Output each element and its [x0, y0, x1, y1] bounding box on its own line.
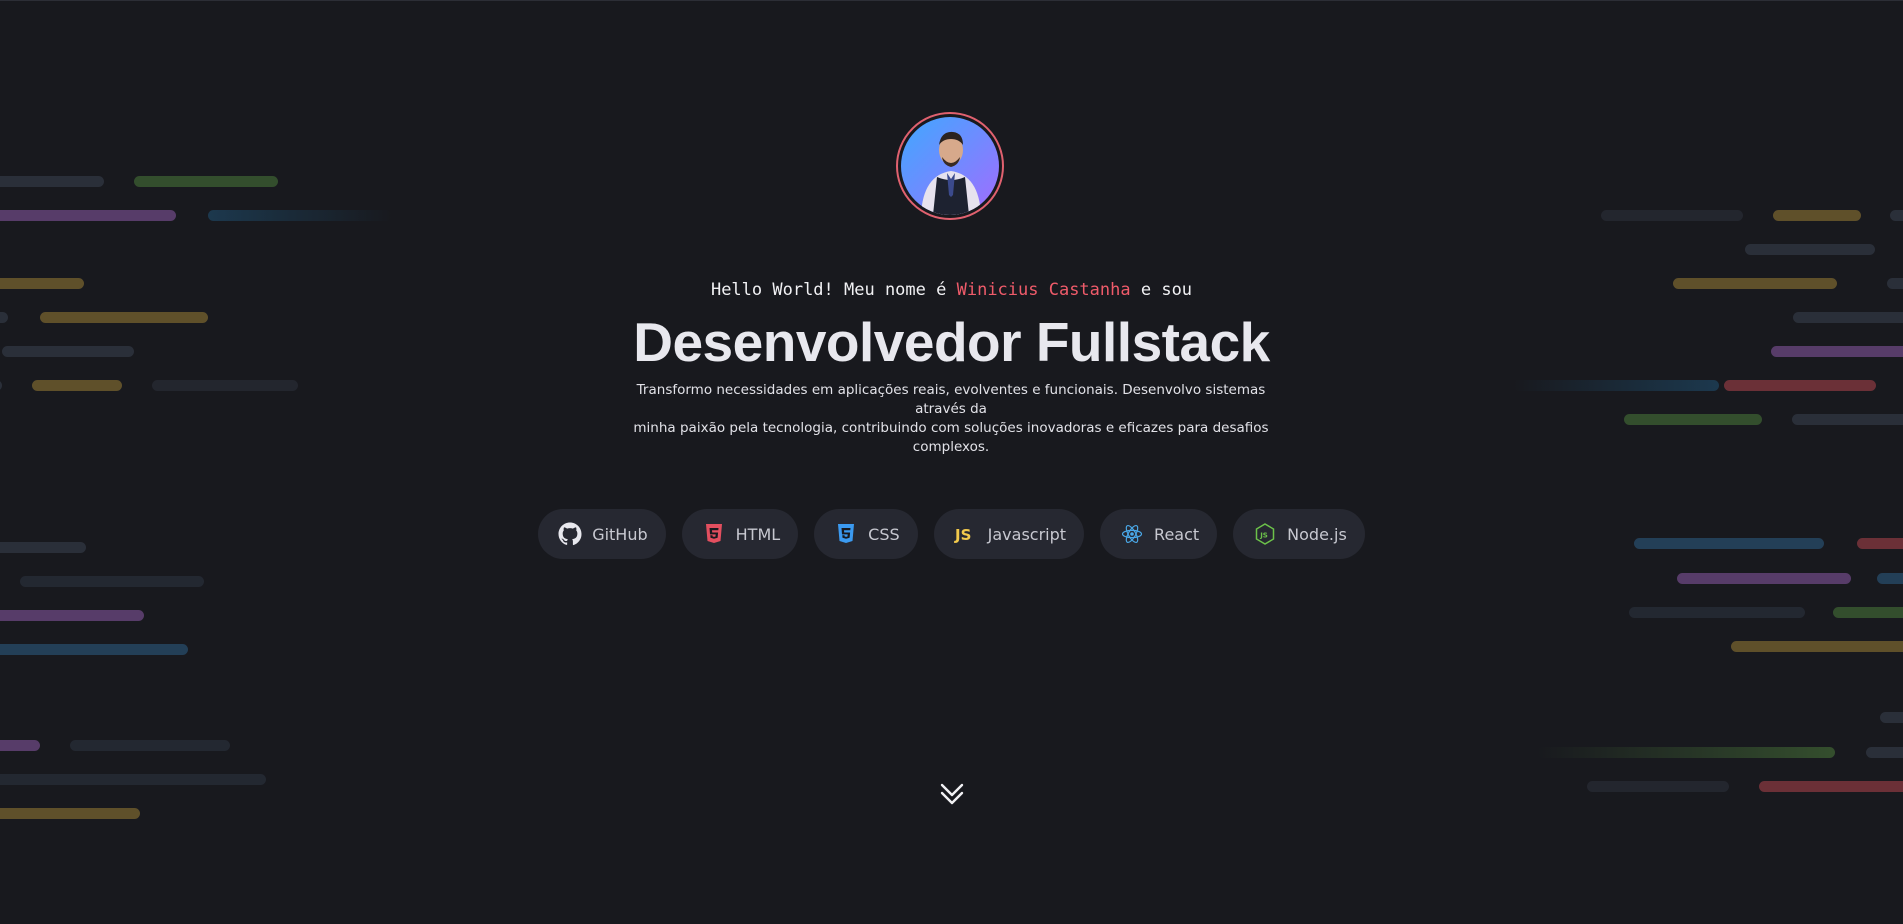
tech-label: React — [1154, 524, 1200, 544]
css3-icon — [834, 522, 858, 546]
tech-chip-html[interactable]: HTML — [681, 509, 799, 559]
page-title: Desenvolvedor Fullstack — [633, 311, 1270, 373]
svg-text:JS: JS — [1259, 532, 1268, 540]
svg-text:JS: JS — [954, 526, 971, 544]
tech-chip-javascript[interactable]: JS Javascript — [933, 509, 1085, 559]
profile-photo — [901, 117, 999, 215]
tech-chip-css[interactable]: CSS — [814, 509, 918, 559]
intro-line-1: Transformo necessidades em aplicações re… — [636, 382, 1266, 417]
tech-label: HTML — [735, 524, 781, 544]
nodejs-icon: JS — [1253, 522, 1277, 546]
intro-paragraph: Transformo necessidades em aplicações re… — [611, 381, 1291, 457]
hero-section: Hello World! Meu nome é Winicius Castanh… — [0, 0, 1903, 924]
github-icon — [558, 522, 582, 546]
tech-chip-github[interactable]: GitHub — [538, 509, 666, 559]
tech-chips: GitHub HTML CSS JS Javascript React JS N… — [0, 509, 1903, 559]
tech-label: Node.js — [1287, 524, 1347, 544]
greeting-line: Hello World! Meu nome é Winicius Castanh… — [0, 280, 1903, 300]
intro-line-2: minha paixão pela tecnologia, contribuin… — [633, 420, 1269, 455]
scroll-down-button[interactable] — [938, 780, 966, 812]
chevron-double-down-icon — [938, 780, 966, 812]
avatar — [896, 112, 1004, 220]
tech-chip-react[interactable]: React — [1100, 509, 1218, 559]
html5-icon — [702, 522, 726, 546]
greeting-name: Winicius Castanha — [956, 280, 1131, 300]
react-icon — [1120, 522, 1144, 546]
greeting-prefix: Hello World! Meu nome é — [710, 280, 947, 300]
greeting-suffix: e sou — [1140, 280, 1193, 300]
tech-chip-nodejs[interactable]: JS Node.js — [1233, 509, 1365, 559]
tech-label: Javascript — [987, 524, 1067, 544]
tech-label: GitHub — [592, 524, 648, 544]
js-icon: JS — [954, 522, 978, 546]
tech-label: CSS — [868, 524, 900, 544]
